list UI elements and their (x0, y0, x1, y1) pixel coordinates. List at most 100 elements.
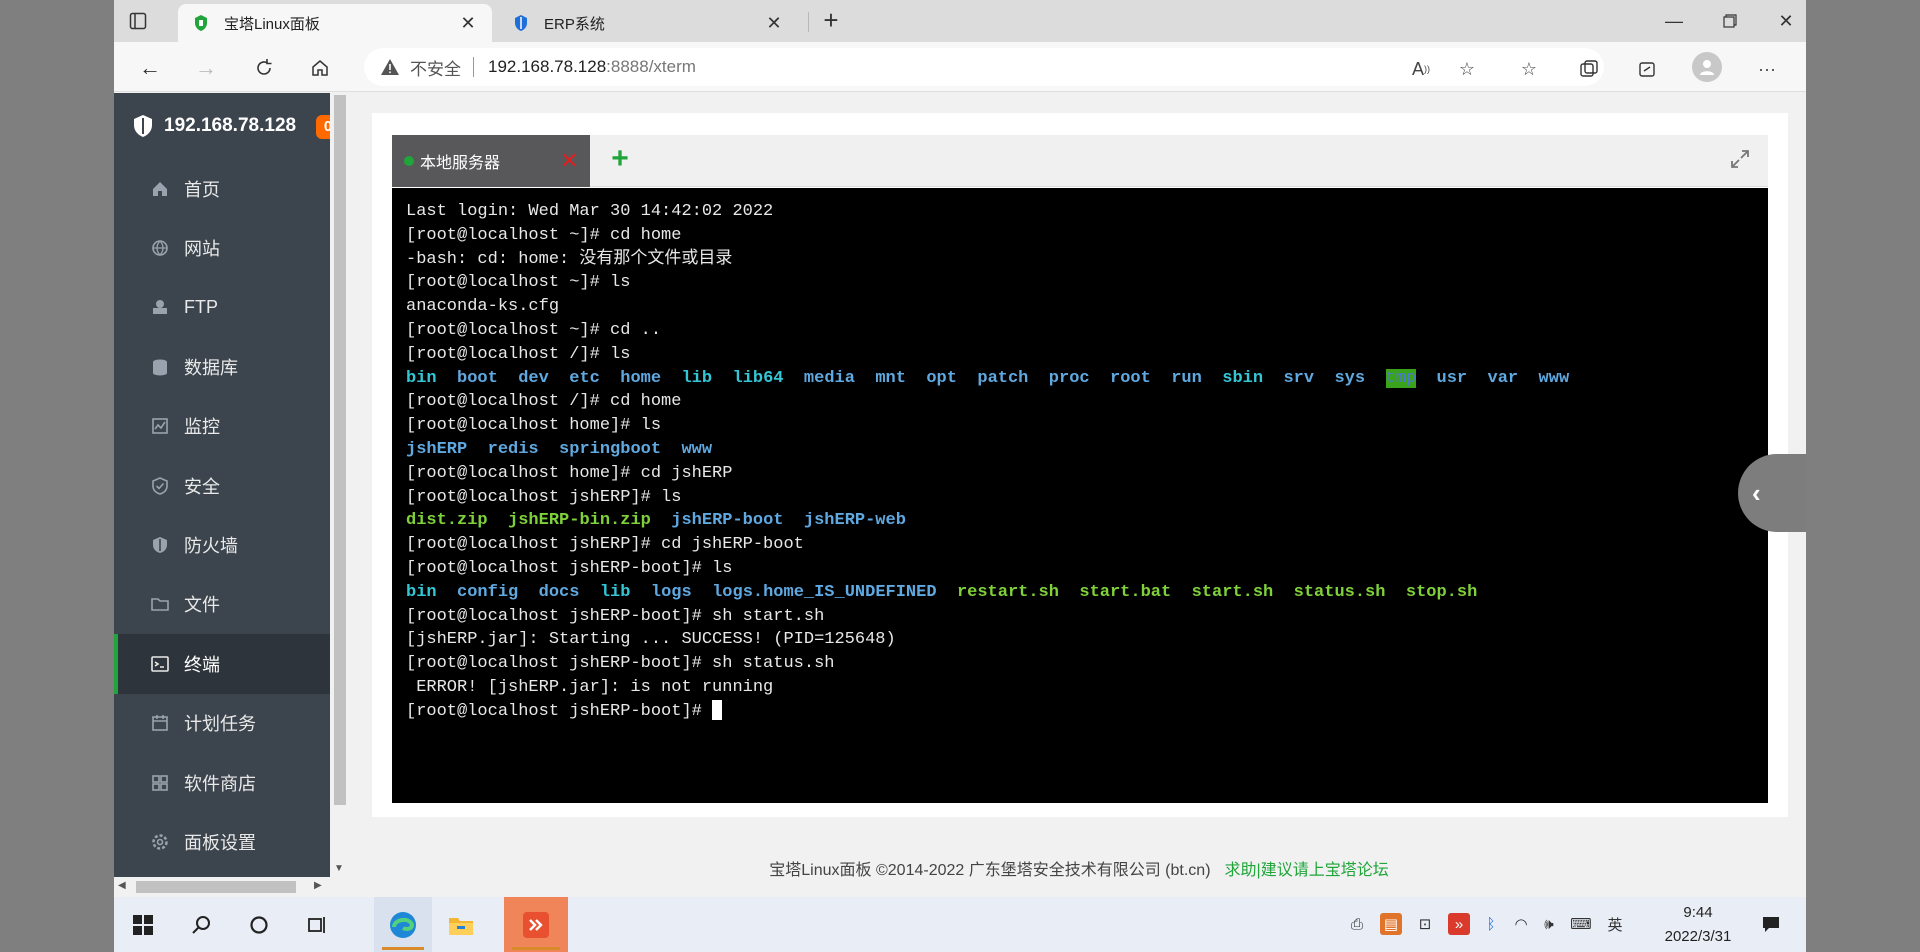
favorites-icon[interactable]: ☆ (1516, 56, 1542, 82)
security-label[interactable]: 不安全 (410, 55, 461, 80)
restore-button[interactable] (1710, 6, 1750, 36)
settings-icon (150, 832, 170, 852)
restore-icon (1723, 14, 1737, 28)
close-window-button[interactable]: ✕ (1766, 6, 1806, 36)
sidebar-item-label: FTP (184, 296, 218, 317)
sidebar-item-3[interactable]: 数据库 (114, 337, 330, 396)
terminal-tab-bar: 本地服务器 ✕ + (392, 135, 1768, 187)
sidebar-item-4[interactable]: 监控 (114, 397, 330, 456)
baota-favicon-icon (192, 14, 210, 32)
file-explorer-button[interactable] (432, 897, 490, 952)
read-aloud-icon[interactable]: A)) (1408, 56, 1434, 82)
url-path: :8888/xterm (606, 57, 696, 76)
tray-remote-icon[interactable]: » (1448, 913, 1470, 935)
sidebar-item-6[interactable]: 防火墙 (114, 515, 330, 574)
sidebar-menu: 首页网站 FTP 数据库 监控 安全 防火墙 文件终端计划任务 软件商店 面板设置 (114, 159, 330, 872)
refresh-button[interactable] (248, 52, 280, 84)
fullscreen-icon[interactable] (1730, 149, 1754, 173)
edge-taskbar-button[interactable] (374, 897, 432, 952)
system-clock[interactable]: 9:44 2022/3/31 (1648, 901, 1748, 949)
sidebar-item-9[interactable]: 计划任务 (114, 694, 330, 753)
sidebar-item-10[interactable]: 软件商店 (114, 753, 330, 812)
task-view-button[interactable] (288, 897, 346, 952)
tab-actions-button[interactable] (124, 8, 152, 34)
folder-icon (449, 917, 473, 935)
tab-actions-icon (129, 12, 147, 30)
clock-time: 9:44 (1683, 904, 1713, 921)
cortana-button[interactable] (230, 897, 288, 952)
close-tab-icon[interactable]: ✕ (458, 13, 478, 33)
sidebar-item-1[interactable]: 网站 (114, 218, 330, 277)
add-terminal-button[interactable]: + (606, 144, 634, 174)
browser-toolbar: ← → 不安全 192.168.78.128 :8888/xterm A)) ☆… (114, 42, 1806, 92)
sidebar-item-label: 终端 (184, 654, 220, 675)
profile-avatar[interactable] (1692, 52, 1722, 82)
refresh-icon (257, 59, 272, 75)
minimize-button[interactable]: — (1654, 6, 1694, 36)
tray-tool-icon[interactable]: ⊡ (1414, 913, 1436, 935)
sidebar-item-label: 网站 (184, 239, 220, 260)
terminal-line: bin config docs lib logs logs.home_IS_UN… (406, 582, 1478, 602)
tray-app-icon[interactable]: ⎙ (1346, 913, 1368, 935)
terminal-tab-local[interactable]: 本地服务器 ✕ (392, 135, 590, 187)
remote-app-taskbar-button[interactable] (504, 897, 568, 952)
tab-baota[interactable]: 宝塔Linux面板 ✕ (178, 4, 492, 42)
terminal-line: [root@localhost /]# ls (406, 344, 631, 364)
terminal-line: [root@localhost jshERP-boot]# sh start.s… (406, 606, 825, 626)
close-terminal-icon[interactable]: ✕ (560, 148, 580, 174)
scroll-left-arrow[interactable]: ◀ (118, 880, 126, 891)
ime-indicator[interactable]: 英 (1604, 913, 1626, 935)
scroll-right-arrow[interactable]: ▶ (314, 880, 322, 891)
terminal-line: dist.zip jshERP-bin.zip jshERP-boot jshE… (406, 511, 906, 531)
close-tab-icon[interactable]: ✕ (764, 13, 784, 33)
search-icon (192, 915, 210, 934)
terminal-screen[interactable]: Last login: Wed Mar 30 14:42:02 2022 [roo… (392, 188, 1768, 803)
terminal-line: bin boot dev etc home lib lib64 media mn… (406, 368, 1570, 388)
new-tab-button[interactable]: + (818, 7, 844, 34)
collapse-panel-button[interactable]: ‹ (1738, 454, 1806, 532)
sidebar-item-5[interactable]: 安全 (114, 456, 330, 515)
server-ip: 192.168.78.128 (164, 115, 297, 136)
back-button[interactable]: ← (134, 52, 166, 84)
sidebar-item-11[interactable]: 面板设置 (114, 812, 330, 871)
globe-icon (150, 238, 170, 258)
add-favorite-icon[interactable]: ☆ (1454, 56, 1480, 82)
tray-office-icon[interactable]: ▤ (1380, 913, 1402, 935)
terminal-line: ERROR! [jshERP.jar]: is not running (406, 677, 774, 697)
terminal-line: jshERP redis springboot www (406, 439, 713, 459)
notification-center-icon[interactable] (1760, 913, 1782, 935)
sidebar-horizontal-scrollbar[interactable]: ◀ ▶ (114, 877, 330, 897)
warning-icon (381, 59, 399, 75)
more-options-icon[interactable]: ··· (1754, 56, 1780, 82)
collections-icon[interactable] (1576, 56, 1602, 82)
terminal-line: -bash: cd: home: 没有那个文件或目录 (406, 249, 733, 269)
footer-copyright: 宝塔Linux面板 ©2014-2022 广东堡塔安全技术有限公司 (bt.cn… (769, 862, 1211, 879)
sidebar-item-label: 首页 (184, 179, 220, 200)
home-button[interactable] (304, 52, 336, 84)
keyboard-icon[interactable]: ⌨ (1570, 913, 1592, 935)
start-button[interactable] (114, 897, 172, 952)
terminal-line: [root@localhost /]# cd home (406, 392, 682, 412)
volume-icon[interactable]: 🕪 (1538, 913, 1560, 935)
sidebar-item-2[interactable]: FTP (114, 278, 330, 337)
sidebar: 192.168.78.128 0 首页 网站 FTP 数据库 监控 安全 防火墙 文件 终端 计划… (114, 93, 340, 877)
search-button[interactable] (172, 897, 230, 952)
scroll-down-arrow[interactable]: ▼ (334, 863, 344, 874)
sidebar-item-0[interactable]: 首页 (114, 159, 330, 218)
scrollbar-thumb[interactable] (136, 881, 296, 893)
tab-erp[interactable]: ERP系统 ✕ (498, 4, 798, 42)
forum-link[interactable]: 求助|建议请上宝塔论坛 (1225, 856, 1389, 880)
sidebar-vertical-scrollbar[interactable]: ▼ (330, 93, 350, 877)
sidebar-item-8[interactable]: 终端 (114, 634, 330, 694)
terminal-line: [root@localhost home]# ls (406, 416, 662, 436)
terminal-line: [jshERP.jar]: Starting ... SUCCESS! (PID… (406, 630, 896, 650)
share-icon[interactable] (1634, 56, 1660, 82)
terminal-line: [root@localhost jshERP-boot]# sh status.… (406, 654, 835, 674)
bluetooth-icon[interactable]: ᛒ (1480, 913, 1502, 935)
wifi-icon[interactable]: ◠ (1510, 913, 1532, 935)
sidebar-item-7[interactable]: 文件 (114, 575, 330, 634)
terminal-icon (150, 654, 170, 674)
terminal-line: [root@localhost ~]# ls (406, 273, 631, 293)
scrollbar-thumb[interactable] (334, 95, 346, 805)
forward-button[interactable]: → (190, 52, 222, 84)
